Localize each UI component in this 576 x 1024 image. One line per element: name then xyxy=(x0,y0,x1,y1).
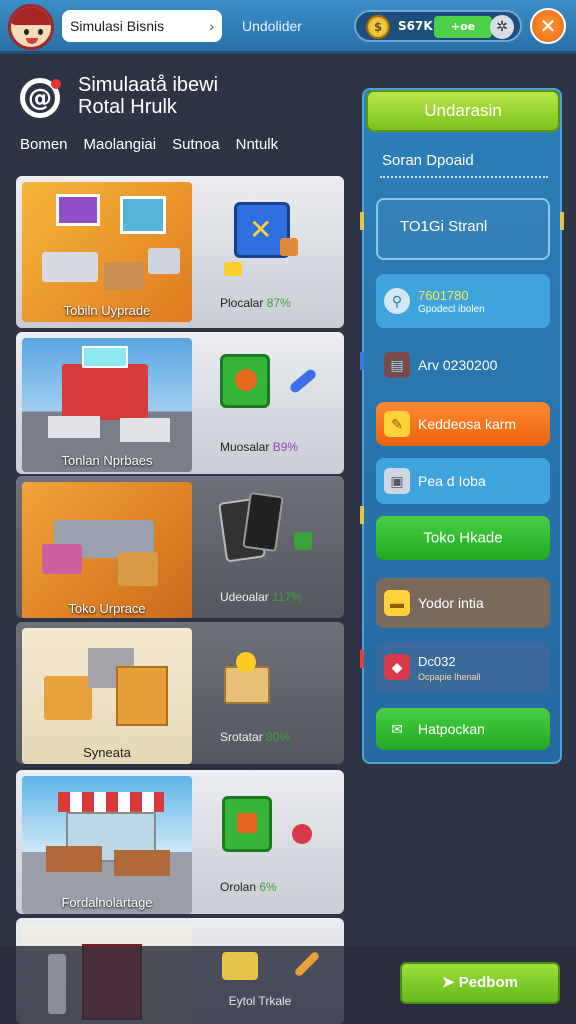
rocket-icon: ➤ xyxy=(442,974,459,991)
card-1-caption: Plocalar 87% xyxy=(220,296,291,310)
card-2-scene-label: Tonlan Nprbaes xyxy=(61,453,153,468)
chevron-right-icon: › xyxy=(209,18,214,34)
gear-icon[interactable]: ✲ xyxy=(490,15,514,39)
magnifier-icon: ⚲ xyxy=(384,288,410,314)
panel-button-8[interactable]: ✉ Hatpockan xyxy=(376,708,550,750)
card-5-caption: Orolan 6% xyxy=(220,880,277,894)
side-marker xyxy=(560,212,564,230)
side-marker xyxy=(360,650,364,668)
chat-icon: ✉ xyxy=(391,721,403,737)
side-panel: Undarasin Soran Dpoaid TO1Gi Stranl ⚲ 76… xyxy=(360,88,564,764)
shop-scene-image: Syneata xyxy=(22,628,192,764)
shop-scene-image: Fordalnolartage xyxy=(22,776,192,914)
panel-button-6[interactable]: ▬ Yodor intia xyxy=(376,578,550,628)
search-text: Simulasi Bisnis xyxy=(70,18,165,34)
upgrade-card-3[interactable]: Toko Urprace Udeoalar 117% xyxy=(16,476,344,618)
gold-bar-icon: ▬ xyxy=(384,590,410,616)
panel-button-4[interactable]: ▣ Pea d Ioba xyxy=(376,458,550,504)
card-3-caption: Udeoalar 117% xyxy=(220,590,302,604)
upgrade-card-2[interactable]: Tonlan Nprbaes Muosalar B9% xyxy=(16,332,344,474)
brand-logo-icon: @ xyxy=(20,78,61,118)
box-icon xyxy=(280,238,298,256)
note-icon: ✎ xyxy=(384,411,410,437)
panel-button-1[interactable]: ⚲ 7601780 Gpodecl ibolen xyxy=(376,274,550,328)
top-bar: Simulasi Bisnis › Undolider $ S67K +oe ✲… xyxy=(0,0,576,54)
green-machine-icon xyxy=(222,796,272,852)
screen-icon: ▣ xyxy=(384,468,410,494)
green-cube-icon xyxy=(294,532,312,550)
side-marker xyxy=(360,212,364,230)
panel-button-2[interactable]: ▤ Arv 0230200 xyxy=(376,342,550,388)
pencil-icon xyxy=(293,950,321,978)
coin-value: S67K xyxy=(398,19,433,33)
side-marker xyxy=(360,352,364,370)
shop-scene-image: Tonlan Nprbaes xyxy=(22,338,192,472)
search-field[interactable]: Simulasi Bisnis › xyxy=(62,10,222,42)
shop-scene-image: Tobiln Uyprade xyxy=(22,182,192,322)
stats-box: TO1Gi Stranl xyxy=(376,198,550,260)
page-title: Simulaatå ibewi xyxy=(78,74,219,96)
panel-button-3[interactable]: ✎ Keddeosa karm xyxy=(376,402,550,446)
side-marker xyxy=(360,506,364,524)
card-1-scene-label: Tobiln Uyprade xyxy=(63,303,151,318)
card-4-caption: Srotatar 80% xyxy=(220,730,291,744)
panel-button-7[interactable]: ◆ Dc032 Ocpapie Ihenall xyxy=(376,642,550,692)
green-machine-icon xyxy=(220,354,270,408)
upgrade-card-5[interactable]: Fordalnolartage Orolan 6% xyxy=(16,770,344,914)
card-5-scene-label: Fordalnolartage xyxy=(61,895,153,910)
tab-1[interactable]: Bomen xyxy=(20,136,68,156)
tab-bar: Bomen Maolangiai Sutnoa Nntulk xyxy=(20,136,278,156)
document-icon: ▤ xyxy=(384,352,410,378)
card-4-scene-label: Syneata xyxy=(83,745,131,760)
divider xyxy=(380,176,548,178)
upgrade-card-4[interactable]: Syneata Srotatar 80% xyxy=(16,622,344,764)
primary-action-button[interactable]: ➤ Pedbom xyxy=(400,962,560,1004)
panel-subtitle: Soran Dpoaid xyxy=(382,152,474,169)
card-2-caption: Muosalar B9% xyxy=(220,440,299,454)
card-3-scene-label: Toko Urprace xyxy=(68,601,146,616)
tablet-icon xyxy=(242,491,284,553)
tab-4[interactable]: Nntulk xyxy=(236,136,279,156)
top-title: Undolider xyxy=(242,18,302,34)
xp-badge[interactable]: +oe xyxy=(434,16,492,38)
player-avatar[interactable] xyxy=(8,4,54,50)
coin-icon: $ xyxy=(366,15,390,39)
tab-2[interactable]: Maolangiai xyxy=(84,136,157,156)
upgrade-card-1[interactable]: Tobiln Uyprade ✕ Plocalar 87% xyxy=(16,176,344,328)
panel-header-button[interactable]: Undarasin xyxy=(366,90,560,132)
tab-3[interactable]: Sutnoa xyxy=(172,136,220,156)
pen-icon xyxy=(288,367,318,395)
currency-bar: $ S67K +oe ✲ xyxy=(354,10,522,42)
shop-scene-image: Toko Urprace xyxy=(22,482,192,618)
gold-bar-icon xyxy=(224,262,242,276)
close-button[interactable]: ✕ xyxy=(530,8,566,44)
page-subtitle: Rotal Hrulk xyxy=(78,96,177,118)
gem-icon: ◆ xyxy=(384,654,410,680)
tomato-icon xyxy=(292,824,312,844)
panel-button-5[interactable]: Toko Hkade xyxy=(376,516,550,560)
wallet-icon xyxy=(222,952,258,980)
coin-icon xyxy=(236,652,256,672)
